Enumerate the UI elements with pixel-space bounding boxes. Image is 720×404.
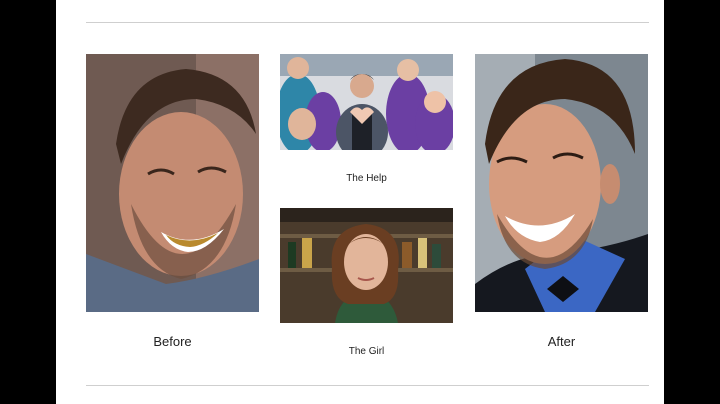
slide: The Help The Girl Before After	[56, 0, 664, 404]
the-help-photo	[280, 54, 453, 150]
before-caption: Before	[153, 334, 192, 349]
the-girl-photo	[280, 208, 453, 323]
after-caption: After	[547, 334, 576, 349]
before-photo	[86, 54, 259, 312]
top-divider	[86, 22, 649, 23]
the-help-caption: The Help	[346, 173, 387, 184]
after-photo	[475, 54, 648, 312]
bottom-divider	[86, 385, 649, 386]
the-girl-caption: The Girl	[348, 346, 385, 357]
